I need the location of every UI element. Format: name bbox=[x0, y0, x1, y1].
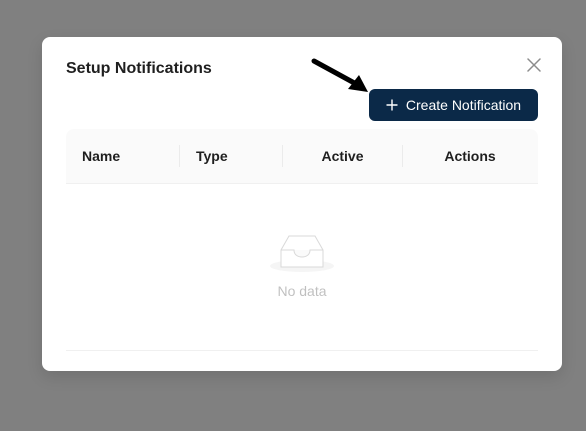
column-separator bbox=[179, 145, 180, 167]
empty-text: No data bbox=[277, 283, 327, 299]
column-header-name[interactable]: Name bbox=[82, 129, 120, 183]
empty-state: No data bbox=[66, 184, 538, 350]
column-header-type[interactable]: Type bbox=[196, 129, 228, 183]
plus-icon bbox=[386, 99, 398, 111]
column-header-active[interactable]: Active bbox=[282, 129, 403, 183]
arrow-icon bbox=[311, 58, 368, 92]
setup-notifications-modal: Setup Notifications Create Notification … bbox=[42, 37, 562, 371]
close-icon bbox=[527, 58, 541, 72]
notifications-table: Name Type Active Actions No data bbox=[66, 129, 538, 351]
column-header-actions[interactable]: Actions bbox=[402, 129, 538, 183]
empty-inbox-icon bbox=[270, 235, 334, 272]
close-button[interactable] bbox=[522, 53, 546, 77]
create-notification-label: Create Notification bbox=[405, 97, 522, 113]
table-body: No data bbox=[66, 184, 538, 351]
create-notification-button[interactable]: Create Notification bbox=[369, 89, 538, 121]
modal-title: Setup Notifications bbox=[66, 60, 212, 77]
table-header: Name Type Active Actions bbox=[66, 129, 538, 184]
